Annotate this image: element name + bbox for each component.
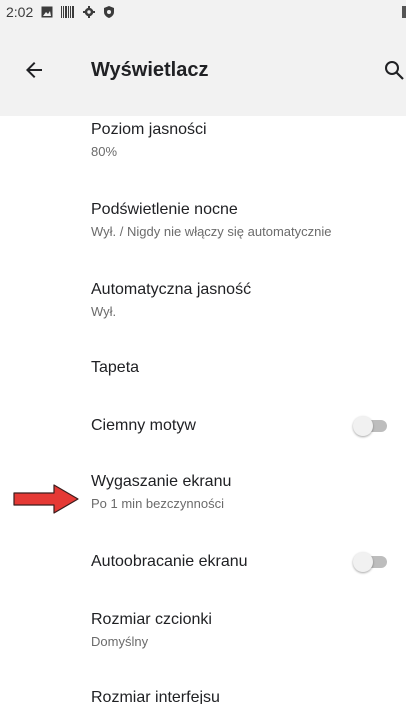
page-title: Wyświetlacz bbox=[91, 59, 209, 81]
battery-icon bbox=[402, 6, 406, 18]
setting-dark-theme[interactable]: Ciemny motyw bbox=[0, 408, 406, 448]
setting-auto-brightness[interactable]: Automatyczna jasność Wył. bbox=[0, 276, 406, 334]
search-icon[interactable] bbox=[382, 58, 406, 82]
setting-title: Automatyczna jasność bbox=[91, 281, 252, 298]
setting-subtitle: 80% bbox=[91, 144, 118, 159]
auto-rotate-toggle[interactable] bbox=[353, 552, 389, 572]
app-bar: Wyświetlacz bbox=[0, 24, 406, 116]
setting-brightness-level[interactable]: Poziom jasności 80% bbox=[0, 116, 406, 174]
shield-icon bbox=[104, 6, 115, 18]
image-icon bbox=[41, 6, 53, 18]
setting-subtitle: Po 1 min bezczynności bbox=[91, 496, 224, 511]
setting-title: Rozmiar interfejsu bbox=[91, 689, 220, 704]
setting-display-size[interactable]: Rozmiar interfejsu bbox=[0, 684, 406, 704]
gear-icon bbox=[83, 6, 96, 18]
status-bar: 2:02 bbox=[0, 0, 406, 24]
toggle-thumb bbox=[353, 416, 373, 436]
status-icons bbox=[41, 6, 115, 18]
setting-subtitle: Wył. / Nigdy nie włączy się automatyczni… bbox=[91, 224, 332, 239]
setting-subtitle: Wył. bbox=[91, 304, 117, 319]
setting-title: Poziom jasności bbox=[91, 121, 207, 138]
dark-theme-toggle[interactable] bbox=[353, 416, 389, 436]
status-time: 2:02 bbox=[6, 4, 34, 20]
setting-title: Rozmiar czcionki bbox=[91, 611, 212, 628]
setting-auto-rotate[interactable]: Autoobracanie ekranu bbox=[0, 544, 406, 584]
setting-night-light[interactable]: Podświetlenie nocne Wył. / Nigdy nie włą… bbox=[0, 196, 406, 254]
setting-title: Ciemny motyw bbox=[91, 417, 196, 434]
setting-title: Podświetlenie nocne bbox=[91, 201, 238, 218]
toggle-thumb bbox=[353, 552, 373, 572]
setting-wallpaper[interactable]: Tapeta bbox=[0, 350, 406, 390]
setting-font-size[interactable]: Rozmiar czcionki Domyślny bbox=[0, 606, 406, 664]
arrow-left-icon[interactable] bbox=[22, 58, 46, 82]
setting-title: Autoobracanie ekranu bbox=[91, 553, 248, 570]
barcode-icon bbox=[61, 6, 75, 18]
setting-title: Tapeta bbox=[91, 359, 140, 376]
red-arrow-annotation bbox=[13, 484, 79, 514]
setting-subtitle: Domyślny bbox=[91, 634, 149, 649]
setting-title: Wygaszanie ekranu bbox=[91, 473, 232, 490]
